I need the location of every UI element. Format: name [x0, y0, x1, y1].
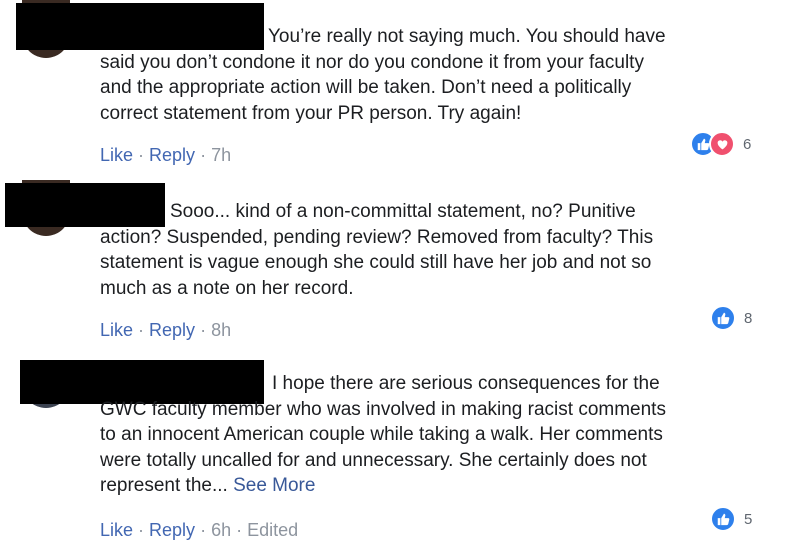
reactions-summary[interactable]: 5 — [710, 506, 752, 532]
reactions-summary[interactable]: 6 — [690, 131, 751, 157]
comment-text: I hope there are serious consequences fo… — [100, 373, 666, 497]
separator-dot: · — [138, 520, 145, 540]
timestamp[interactable]: 6h — [211, 520, 231, 540]
like-icon — [710, 305, 736, 331]
comment-text: You’re really not saying much. You shoul… — [100, 26, 666, 124]
like-icon — [710, 506, 736, 532]
see-more-link[interactable]: See More — [233, 475, 315, 496]
reply-button[interactable]: Reply — [149, 520, 195, 540]
edited-label[interactable]: Edited — [247, 520, 298, 540]
comment-text-tail: represent the... — [100, 475, 228, 497]
timestamp[interactable]: 8h — [211, 320, 231, 340]
separator-dot: · — [236, 520, 243, 540]
reaction-count: 6 — [743, 135, 752, 153]
comment-text: Sooo... kind of a non-committal statemen… — [100, 201, 654, 299]
reply-button[interactable]: Reply — [149, 145, 195, 165]
comment-actions: Like · Reply · 6h · Edited — [100, 520, 298, 541]
like-button[interactable]: Like — [100, 145, 133, 165]
separator-dot: · — [200, 145, 207, 165]
comment-actions: Like · Reply · 8h — [100, 320, 231, 341]
timestamp[interactable]: 7h — [211, 145, 231, 165]
reaction-count: 8 — [744, 309, 753, 327]
separator-dot: · — [200, 320, 207, 340]
like-button[interactable]: Like — [100, 320, 133, 340]
separator-dot: · — [200, 520, 207, 540]
reactions-summary[interactable]: 8 — [710, 305, 752, 331]
like-button[interactable]: Like — [100, 520, 133, 540]
comment-3: I hope there are serious consequences fo… — [0, 350, 800, 546]
separator-dot: · — [138, 320, 145, 340]
reply-button[interactable]: Reply — [149, 320, 195, 340]
comment-2: Sooo... kind of a non-committal statemen… — [0, 180, 800, 350]
separator-dot: · — [138, 145, 145, 165]
comment-1: You’re really not saying much. You shoul… — [0, 0, 800, 180]
reaction-count: 5 — [744, 510, 753, 528]
love-icon — [709, 131, 735, 157]
comment-actions: Like · Reply · 7h — [100, 145, 231, 166]
